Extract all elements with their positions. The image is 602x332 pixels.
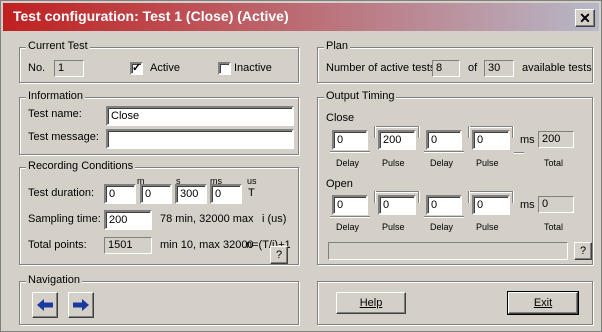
test-message-input[interactable] bbox=[106, 129, 294, 149]
test-no-field: 1 bbox=[54, 60, 84, 77]
information-legend: Information bbox=[26, 90, 86, 102]
open-pulse1-input[interactable]: 0 bbox=[378, 195, 416, 215]
plan-legend: Plan bbox=[324, 40, 351, 52]
of-label: of bbox=[468, 62, 478, 74]
timing-bracket bbox=[374, 191, 376, 203]
open-delay1-caption: Delay bbox=[336, 222, 360, 232]
recording-conditions-group: Recording Conditions m s ms us Test dura… bbox=[19, 160, 299, 265]
total-points-field: 1501 bbox=[104, 237, 152, 254]
sampling-time-input[interactable]: 200 bbox=[104, 210, 152, 230]
open-total-field: 0 bbox=[538, 196, 574, 213]
timing-bracket bbox=[330, 216, 370, 218]
timing-bracket bbox=[418, 191, 420, 203]
action-buttons-group: Help Exit bbox=[317, 281, 593, 325]
timing-bracket bbox=[468, 126, 514, 128]
open-ms-unit: ms bbox=[520, 199, 535, 211]
arrow-right-icon bbox=[73, 299, 89, 311]
close-ms-unit: ms bbox=[520, 134, 535, 146]
timing-help-button[interactable]: ? bbox=[574, 242, 592, 260]
duration-unit-label: T bbox=[248, 187, 255, 199]
test-name-input[interactable]: Close bbox=[106, 106, 294, 126]
timing-bracket bbox=[424, 216, 464, 218]
window-title: Test configuration: Test 1 (Close) (Acti… bbox=[13, 8, 289, 24]
information-group: Information Test name: Close Test messag… bbox=[19, 90, 299, 155]
available-tests-field: 30 bbox=[484, 60, 514, 77]
active-tests-label: Number of active tests: bbox=[326, 62, 439, 74]
inactive-label: Inactive bbox=[234, 62, 272, 74]
timing-bracket bbox=[374, 191, 420, 193]
inactive-checkbox[interactable] bbox=[218, 62, 231, 75]
exit-button-label: Exit bbox=[533, 297, 553, 309]
close-button[interactable]: ✕ bbox=[575, 9, 595, 27]
timing-bracket bbox=[512, 191, 514, 203]
timing-bracket bbox=[374, 126, 376, 138]
timing-bracket bbox=[514, 152, 524, 154]
help-button-label: Help bbox=[359, 297, 383, 309]
duration-microseconds-input[interactable]: 0 bbox=[210, 184, 242, 204]
sampling-time-hint: 78 min, 32000 max bbox=[160, 213, 254, 225]
help-button[interactable]: Help bbox=[336, 292, 406, 314]
available-tests-label: available tests bbox=[522, 62, 592, 74]
close-pulse2-input[interactable]: 0 bbox=[472, 130, 510, 150]
test-message-label: Test message: bbox=[28, 131, 99, 143]
plan-group: Plan Number of active tests: 8 of 30 ava… bbox=[317, 40, 593, 83]
duration-milliseconds-input[interactable]: 300 bbox=[175, 184, 207, 204]
duration-seconds-input[interactable]: 0 bbox=[140, 184, 172, 204]
timing-bracket bbox=[468, 191, 514, 193]
microseconds-header: us bbox=[247, 176, 257, 186]
open-total-caption: Total bbox=[544, 222, 564, 232]
close-delay2-caption: Delay bbox=[430, 158, 454, 168]
active-checkbox[interactable]: ✓ bbox=[130, 62, 143, 75]
total-points-hint: min 10, max 32000 bbox=[160, 239, 254, 251]
close-delay1-caption: Delay bbox=[336, 158, 360, 168]
test-name-label: Test name: bbox=[28, 108, 82, 120]
open-pulse2-input[interactable]: 0 bbox=[472, 195, 510, 215]
close-section-label: Close bbox=[326, 112, 355, 124]
timing-bracket bbox=[468, 126, 470, 138]
close-total-field: 200 bbox=[538, 131, 574, 148]
recording-help-button[interactable]: ? bbox=[270, 246, 288, 264]
close-pulse1-input[interactable]: 200 bbox=[378, 130, 416, 150]
close-delay1-input[interactable]: 0 bbox=[332, 130, 368, 150]
arrow-left-icon bbox=[37, 299, 53, 311]
open-pulse2-caption: Pulse bbox=[476, 222, 499, 232]
output-timing-group: Output Timing Close 0 200 0 0 ms 200 Del… bbox=[317, 90, 593, 265]
close-total-caption: Total bbox=[544, 158, 564, 168]
open-section-label: Open bbox=[326, 178, 353, 190]
close-delay2-input[interactable]: 0 bbox=[426, 130, 462, 150]
timing-bracket bbox=[330, 151, 370, 153]
test-no-label: No. bbox=[28, 62, 46, 74]
current-test-legend: Current Test bbox=[26, 40, 90, 52]
timing-bracket bbox=[418, 126, 420, 138]
navigation-legend: Navigation bbox=[26, 274, 82, 286]
duration-minutes-input[interactable]: 0 bbox=[104, 184, 136, 204]
open-delay1-input[interactable]: 0 bbox=[332, 195, 368, 215]
active-tests-field: 8 bbox=[432, 60, 460, 77]
output-timing-legend: Output Timing bbox=[324, 90, 397, 102]
previous-test-button[interactable] bbox=[32, 292, 58, 318]
open-pulse1-caption: Pulse bbox=[382, 222, 405, 232]
current-test-group: Current Test No. 1 ✓ Active Inactive bbox=[19, 40, 299, 83]
test-duration-label: Test duration: bbox=[28, 187, 95, 199]
active-label: Active bbox=[150, 62, 180, 74]
timing-bracket bbox=[374, 126, 420, 128]
dialog-window: Test configuration: Test 1 (Close) (Acti… bbox=[0, 0, 602, 332]
open-delay2-caption: Delay bbox=[430, 222, 454, 232]
status-field bbox=[328, 242, 568, 260]
timing-bracket bbox=[424, 151, 464, 153]
timing-bracket bbox=[468, 191, 470, 203]
sampling-time-unit: i (us) bbox=[262, 213, 287, 225]
open-delay2-input[interactable]: 0 bbox=[426, 195, 462, 215]
title-bar[interactable]: Test configuration: Test 1 (Close) (Acti… bbox=[3, 3, 599, 31]
close-pulse2-caption: Pulse bbox=[476, 158, 499, 168]
next-test-button[interactable] bbox=[68, 292, 94, 318]
close-icon: ✕ bbox=[579, 10, 591, 26]
timing-bracket bbox=[512, 126, 514, 138]
navigation-group: Navigation bbox=[19, 274, 299, 325]
sampling-time-label: Sampling time: bbox=[28, 213, 101, 225]
close-pulse1-caption: Pulse bbox=[382, 158, 405, 168]
total-points-label: Total points: bbox=[28, 239, 87, 251]
exit-button[interactable]: Exit bbox=[507, 291, 579, 315]
recording-conditions-legend: Recording Conditions bbox=[26, 160, 136, 172]
